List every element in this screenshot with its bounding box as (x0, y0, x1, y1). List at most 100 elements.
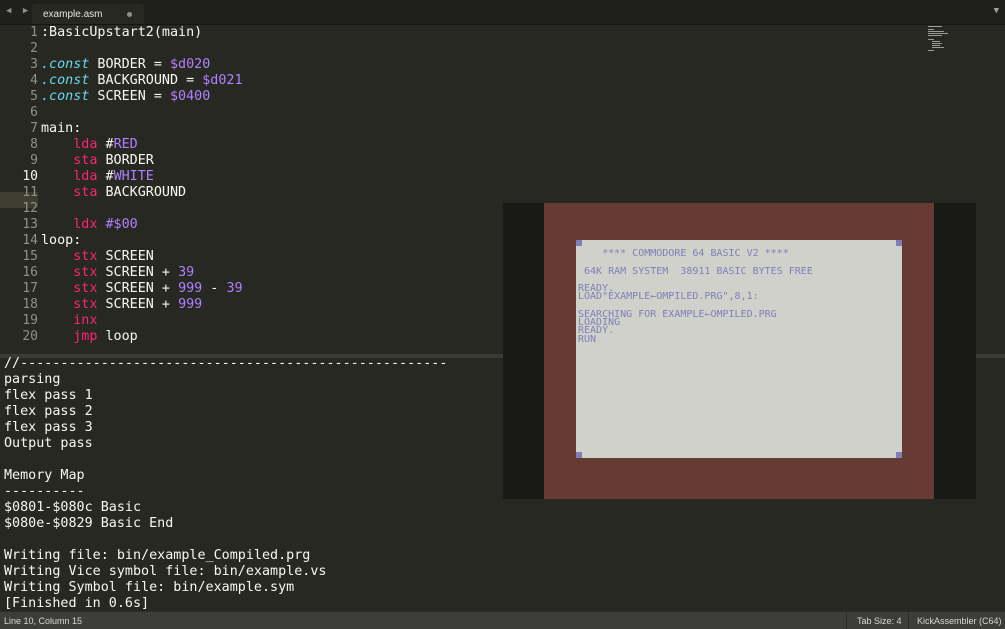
code-line[interactable]: sta BORDER (41, 153, 154, 169)
code-line[interactable]: loop: (41, 233, 81, 249)
tab-size-selector[interactable]: Tab Size: 4 (857, 616, 902, 626)
code-token: lda (73, 137, 98, 152)
code-token: RED (113, 137, 138, 152)
code-token: .const (41, 73, 90, 88)
code-line[interactable]: stx SCREEN + 39 (41, 265, 194, 281)
line-number: 11 (22, 185, 38, 200)
code-line[interactable]: .const BACKGROUND = $d021 (41, 73, 243, 89)
code-token: main: (41, 121, 82, 136)
code-token: stx (73, 281, 98, 296)
code-token: WHITE (113, 169, 154, 184)
line-number: 19 (22, 313, 38, 328)
line-number: 6 (30, 105, 38, 120)
status-separator (908, 612, 909, 629)
line-number: 5 (30, 89, 38, 104)
tab-dropdown-icon[interactable]: ▼ (994, 6, 999, 16)
code-token: inx (73, 313, 98, 328)
output-line: $080e-$0829 Basic End (4, 516, 174, 531)
cursor-position: Line 10, Column 15 (4, 616, 83, 626)
code-token: BORDER (97, 153, 154, 168)
line-number: 9 (30, 153, 38, 168)
code-line[interactable]: lda #RED (41, 137, 138, 153)
line-number: 3 (30, 57, 38, 72)
code-line[interactable]: :BasicUpstart2(main) (41, 25, 202, 41)
code-token: jmp (73, 329, 98, 344)
tab-example-asm[interactable]: example.asm (32, 4, 144, 24)
line-number: 18 (22, 297, 38, 312)
output-line: Writing file: bin/example_Compiled.prg (4, 548, 311, 563)
code-token: 39 (226, 281, 243, 296)
line-number: 7 (30, 121, 38, 136)
code-line[interactable]: inx (41, 313, 97, 329)
line-number: 2 (30, 41, 38, 56)
code-line[interactable]: sta BACKGROUND (41, 185, 186, 201)
code-token: stx (73, 249, 98, 264)
c64-screen-line: LOAD"EXAMPLE←OMPILED.PRG",8,1: (578, 291, 759, 302)
code-token: loop: (41, 233, 82, 248)
status-bar: Line 10, Column 15 Tab Size: 4 KickAssem… (0, 611, 1005, 629)
code-token: :BasicUpstart2(main) (41, 25, 203, 40)
code-line[interactable]: main: (41, 121, 81, 137)
line-number: 15 (22, 249, 38, 264)
code-line[interactable]: stx SCREEN + 999 - 39 (41, 281, 243, 297)
code-line[interactable]: jmp loop (41, 329, 138, 345)
c64-emulator-window[interactable]: **** COMMODORE 64 BASIC V2 **** 64K RAM … (503, 203, 976, 499)
minimap[interactable] (926, 24, 950, 54)
output-line: Writing Symbol file: bin/example.sym (4, 580, 295, 595)
c64-border: **** COMMODORE 64 BASIC V2 **** 64K RAM … (544, 203, 934, 499)
code-token: sta (73, 185, 98, 200)
code-token: stx (73, 297, 98, 312)
code-token: $d021 (202, 73, 243, 88)
code-token: BACKGROUND = (89, 73, 203, 88)
code-token: sta (73, 153, 98, 168)
syntax-selector[interactable]: KickAssembler (C64) (917, 616, 1002, 626)
code-line[interactable]: lda #WHITE (41, 169, 154, 185)
code-token: BORDER = (89, 57, 170, 72)
code-token: SCREEN = (89, 89, 170, 104)
line-number: 13 (22, 217, 38, 232)
code-token: .const (41, 89, 90, 104)
code-token: stx (73, 265, 98, 280)
code-line[interactable]: .const SCREEN = $0400 (41, 89, 210, 105)
code-token: ldx (73, 217, 98, 232)
line-number: 16 (22, 265, 38, 280)
line-number: 8 (30, 137, 38, 152)
line-number: 14 (22, 233, 38, 248)
code-token: $d020 (170, 57, 211, 72)
code-token: # (97, 169, 114, 184)
line-number: 4 (30, 73, 38, 88)
screen-corner-marker (896, 452, 902, 458)
code-line[interactable]: .const BORDER = $d020 (41, 57, 210, 73)
line-number: 1 (30, 25, 38, 40)
code-line[interactable]: stx SCREEN (41, 249, 154, 265)
output-line: [Finished in 0.6s] (4, 596, 150, 611)
code-token: lda (73, 169, 98, 184)
code-line[interactable]: ldx #$00 (41, 217, 138, 233)
screen-corner-marker (896, 240, 902, 246)
code-token: SCREEN + (97, 297, 179, 312)
code-line[interactable]: stx SCREEN + 999 (41, 297, 202, 313)
code-token: 999 (178, 281, 203, 296)
code-token: - (202, 281, 227, 296)
line-number: 10 (22, 169, 38, 184)
tab-nav-arrows-icon[interactable]: ◀ ▶ (6, 6, 31, 16)
unsaved-dot-icon[interactable] (127, 12, 132, 17)
c64-screen-line: 64K RAM SYSTEM 38911 BASIC BYTES FREE (578, 266, 813, 277)
tab-bar: ◀ ▶ example.asm ▼ (0, 0, 1005, 25)
output-line: Writing Vice symbol file: bin/example.vs (4, 564, 327, 579)
line-number: 17 (22, 281, 38, 296)
c64-screen: **** COMMODORE 64 BASIC V2 **** 64K RAM … (576, 240, 902, 458)
output-line: $0801-$080c Basic (4, 500, 142, 515)
screen-corner-marker (576, 240, 582, 246)
